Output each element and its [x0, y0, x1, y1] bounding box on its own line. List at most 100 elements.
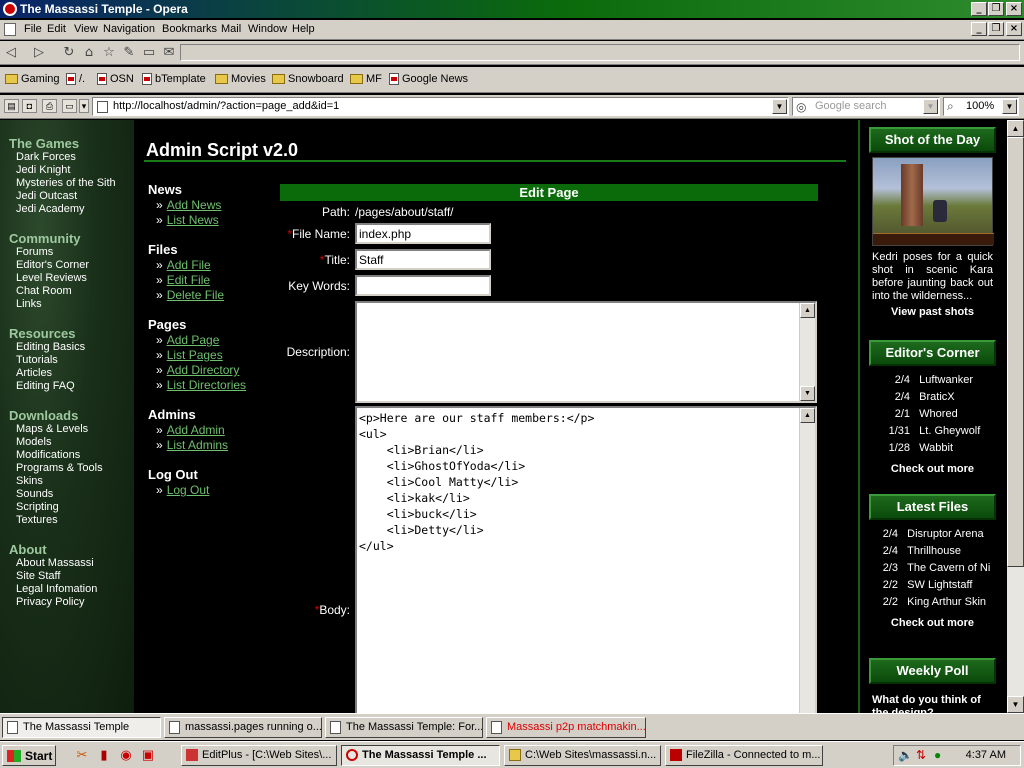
opera-icon[interactable]: ◉	[118, 747, 134, 763]
admin-link-label[interactable]: List Directories	[167, 378, 246, 392]
filezilla-icon[interactable]: ▣	[140, 747, 156, 763]
item-name[interactable]: SW Lightstaff	[907, 579, 972, 591]
tab-p2p-matchmaking[interactable]: Massassi p2p matchmakin...	[486, 717, 646, 738]
doc-close-icon[interactable]: ×	[1006, 22, 1022, 36]
list-item[interactable]: 2/4 BraticX	[878, 391, 980, 408]
admin-link-label[interactable]: List Pages	[167, 348, 223, 362]
admin-menu-item[interactable]: » Delete File	[156, 288, 224, 302]
nav-link[interactable]: Modifications	[16, 449, 80, 461]
address-input[interactable]: http://localhost/admin/?action=page_add&…	[92, 97, 789, 116]
admin-menu-item[interactable]: » Log Out	[156, 483, 209, 497]
forward-icon[interactable]: ▷	[30, 44, 48, 62]
scrollbar-thumb[interactable]	[1007, 137, 1024, 567]
doc-minimize-icon[interactable]: _	[971, 22, 987, 36]
scroll-up-icon[interactable]: ▲	[1007, 120, 1024, 137]
tools-icon[interactable]: ✂	[74, 747, 90, 763]
zoom-select[interactable]: ⌕ 100% ▼	[943, 97, 1019, 116]
item-name[interactable]: Wabbit	[919, 442, 953, 454]
item-name[interactable]: Whored	[919, 408, 958, 420]
bookmark-btemplate[interactable]: bTemplate	[142, 73, 206, 85]
body-scrollbar[interactable]: ▲	[799, 408, 815, 713]
item-name[interactable]: The Cavern of Ni	[907, 562, 990, 574]
nav-link[interactable]: Privacy Policy	[16, 596, 84, 608]
bookmark-osn[interactable]: OSN	[97, 73, 134, 85]
bookmark-gaming[interactable]: Gaming	[5, 73, 60, 85]
minimize-icon[interactable]: _	[971, 2, 987, 16]
admin-menu-item[interactable]: » Add Directory	[156, 363, 239, 377]
files-check-out-more-link[interactable]: Check out more	[869, 617, 996, 629]
admin-link-label[interactable]: List Admins	[167, 438, 228, 452]
chevron-down-icon[interactable]: ▼	[923, 99, 938, 114]
start-button[interactable]: Start	[2, 745, 56, 766]
body-textarea[interactable]: <p>Here are our staff members:</p> <ul> …	[355, 406, 817, 713]
nav-link[interactable]: Level Reviews	[16, 272, 87, 284]
nav-link[interactable]: Editing FAQ	[16, 380, 75, 392]
nav-link[interactable]: Articles	[16, 367, 52, 379]
list-item[interactable]: 2/3 The Cavern of Ni	[878, 562, 991, 579]
edit-icon[interactable]: ✎	[120, 44, 138, 62]
page-scrollbar[interactable]: ▲ ▼	[1007, 120, 1024, 713]
volume-icon[interactable]: 🔈	[898, 748, 913, 762]
menu-file[interactable]: File	[24, 23, 42, 35]
nav-link[interactable]: Sounds	[16, 488, 53, 500]
nav-link[interactable]: About Massassi	[16, 557, 94, 569]
notes-icon[interactable]: ▭	[140, 44, 158, 62]
nav-link[interactable]: Models	[16, 436, 51, 448]
admin-menu-item[interactable]: » Add Page	[156, 333, 219, 347]
window-title-bar[interactable]: The Massassi Temple - Opera _ ❐ ×	[0, 0, 1024, 18]
nav-link[interactable]: Maps & Levels	[16, 423, 88, 435]
list-item[interactable]: 2/4 Luftwanker	[878, 374, 980, 391]
network-icon[interactable]: ⇅	[916, 748, 926, 762]
home-icon[interactable]: ⌂	[80, 44, 98, 62]
scroll-up-icon[interactable]: ▲	[800, 303, 815, 318]
bookmark-movies[interactable]: Movies	[215, 73, 266, 85]
admin-link-label[interactable]: Add File	[167, 258, 211, 272]
list-item[interactable]: 2/1 Whored	[878, 408, 980, 425]
menu-bookmarks[interactable]: Bookmarks	[162, 23, 217, 35]
search-input[interactable]: ◎ Google search ▼	[792, 97, 940, 116]
description-textarea[interactable]: ▲ ▼	[355, 301, 817, 403]
restore-icon[interactable]: ❐	[988, 2, 1004, 16]
nav-link[interactable]: Chat Room	[16, 285, 72, 297]
title-input[interactable]: Staff	[355, 249, 491, 270]
nav-link[interactable]: Skins	[16, 475, 43, 487]
menu-window[interactable]: Window	[248, 23, 287, 35]
admin-link-label[interactable]: Add Directory	[167, 363, 240, 377]
item-name[interactable]: Luftwanker	[919, 374, 973, 386]
item-name[interactable]: Lt. Gheywolf	[919, 425, 980, 437]
bookmark-slashdot[interactable]: /.	[66, 73, 85, 85]
admin-menu-item[interactable]: » Add File	[156, 258, 211, 272]
nav-link[interactable]: Legal Infomation	[16, 583, 97, 595]
nav-link[interactable]: Dark Forces	[16, 151, 76, 163]
description-scrollbar[interactable]: ▲ ▼	[799, 303, 815, 401]
list-item[interactable]: 1/31 Lt. Gheywolf	[878, 425, 981, 442]
menu-edit[interactable]: Edit	[47, 23, 66, 35]
bookmark-snowboard[interactable]: Snowboard	[272, 73, 344, 85]
admin-menu-item[interactable]: » Add Admin	[156, 423, 225, 437]
nav-link[interactable]: Links	[16, 298, 42, 310]
chevron-down-icon[interactable]: ▼	[772, 99, 787, 114]
admin-link-label[interactable]: Add Admin	[167, 423, 225, 437]
nav-link[interactable]: Forums	[16, 246, 53, 258]
nav-link[interactable]: Site Staff	[16, 570, 60, 582]
editors-check-out-more-link[interactable]: Check out more	[869, 463, 996, 475]
chevron-down-icon[interactable]: ▾	[79, 99, 89, 113]
admin-menu-item[interactable]: » List Admins	[156, 438, 228, 452]
item-name[interactable]: BraticX	[919, 391, 954, 403]
item-name[interactable]: Disruptor Arena	[907, 528, 983, 540]
bookmark-star-icon[interactable]: ☆	[100, 44, 118, 62]
close-icon[interactable]: ×	[1006, 2, 1022, 16]
tab-massassi-forums[interactable]: The Massassi Temple: For...	[325, 717, 483, 738]
nav-link[interactable]: Jedi Academy	[16, 203, 84, 215]
print-icon[interactable]: ⎙	[42, 99, 57, 113]
taskbar-explorer[interactable]: C:\Web Sites\massassi.n...	[504, 745, 661, 766]
list-item[interactable]: 2/4 Thrillhouse	[878, 545, 990, 562]
admin-link-label[interactable]: Delete File	[167, 288, 224, 302]
page-icon[interactable]: ▭	[62, 99, 77, 113]
back-icon[interactable]: ◁	[2, 44, 20, 62]
nav-link[interactable]: Jedi Knight	[16, 164, 70, 176]
taskbar-filezilla[interactable]: FileZilla - Connected to m...	[665, 745, 823, 766]
mail-icon[interactable]: ✉	[160, 44, 178, 62]
admin-menu-item[interactable]: » List Pages	[156, 348, 223, 362]
bookmark-google-news[interactable]: Google News	[389, 73, 468, 85]
